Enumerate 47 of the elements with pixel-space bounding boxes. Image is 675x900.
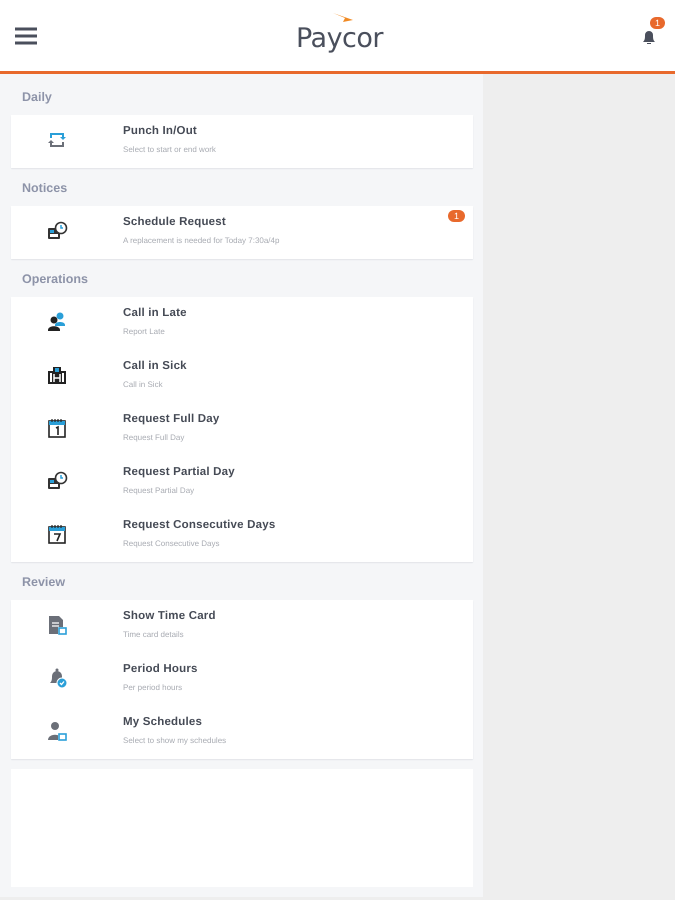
section-heading: Operations bbox=[22, 272, 88, 286]
item-subtitle: Request Partial Day bbox=[123, 486, 196, 495]
menu-item[interactable]: Request Consecutive Days Request Consecutive Days bbox=[11, 509, 473, 562]
section-heading: Notices bbox=[22, 181, 68, 195]
item-title: Request Full Day bbox=[123, 413, 220, 425]
calendar-clock-icon bbox=[46, 220, 68, 242]
item-title: Period Hours bbox=[123, 663, 198, 675]
people-icon bbox=[46, 311, 68, 333]
item-subtitle: Report Late bbox=[123, 327, 166, 336]
menu-item[interactable]: Call in Sick Call in Sick bbox=[11, 350, 473, 403]
item-subtitle: A replacement is needed for Today 7:30a/4p bbox=[123, 236, 280, 245]
calendar-icon bbox=[46, 523, 68, 545]
menu-item[interactable]: Call in Late Report Late bbox=[11, 297, 473, 350]
document-icon bbox=[46, 614, 68, 636]
menu-item[interactable]: Request Full Day Request Full Day bbox=[11, 403, 473, 456]
menu-item[interactable]: Request Partial Day Request Partial Day bbox=[11, 456, 473, 509]
notification-badge: 1 bbox=[650, 16, 665, 28]
item-subtitle: Time card details bbox=[123, 630, 185, 639]
item-subtitle: Request Consecutive Days bbox=[123, 539, 220, 548]
item-title: Show Time Card bbox=[123, 610, 216, 622]
item-title: Call in Late bbox=[123, 307, 187, 319]
calendar-clock-icon bbox=[46, 470, 68, 492]
hospital-icon bbox=[46, 364, 68, 386]
bell-icon[interactable] bbox=[641, 28, 657, 44]
item-title: My Schedules bbox=[123, 716, 204, 728]
calendar-icon bbox=[46, 417, 68, 439]
person-icon bbox=[46, 720, 68, 742]
item-title: Request Partial Day bbox=[123, 466, 235, 478]
menu-item[interactable]: My Schedules Select to show my schedules bbox=[11, 706, 473, 759]
item-subtitle: Per period hours bbox=[123, 683, 184, 692]
menu-item[interactable]: Period Hours Per period hours bbox=[11, 653, 473, 706]
item-subtitle: Select to show my schedules bbox=[123, 736, 226, 745]
item-title: Punch In/Out bbox=[123, 125, 198, 137]
item-title: Request Consecutive Days bbox=[123, 519, 276, 531]
item-title: Call in Sick bbox=[123, 360, 187, 372]
menu-item[interactable]: Punch In/Out Select to start or end work bbox=[11, 115, 473, 168]
section-heading: Daily bbox=[22, 90, 52, 104]
section-heading: Review bbox=[22, 575, 66, 589]
logo: Paycor bbox=[296, 23, 384, 54]
item-title: Schedule Request bbox=[123, 216, 227, 228]
item-subtitle: Request Full Day bbox=[123, 433, 186, 442]
item-subtitle: Select to start or end work bbox=[123, 145, 216, 154]
menu-icon[interactable] bbox=[14, 26, 38, 46]
count-badge: 1 bbox=[448, 210, 465, 222]
menu-item[interactable]: Schedule Request A replacement is needed for Today 7:30a/4p 1 bbox=[11, 206, 473, 259]
item-subtitle: Call in Sick bbox=[123, 380, 164, 389]
menu-item[interactable]: Show Time Card Time card details bbox=[11, 600, 473, 653]
